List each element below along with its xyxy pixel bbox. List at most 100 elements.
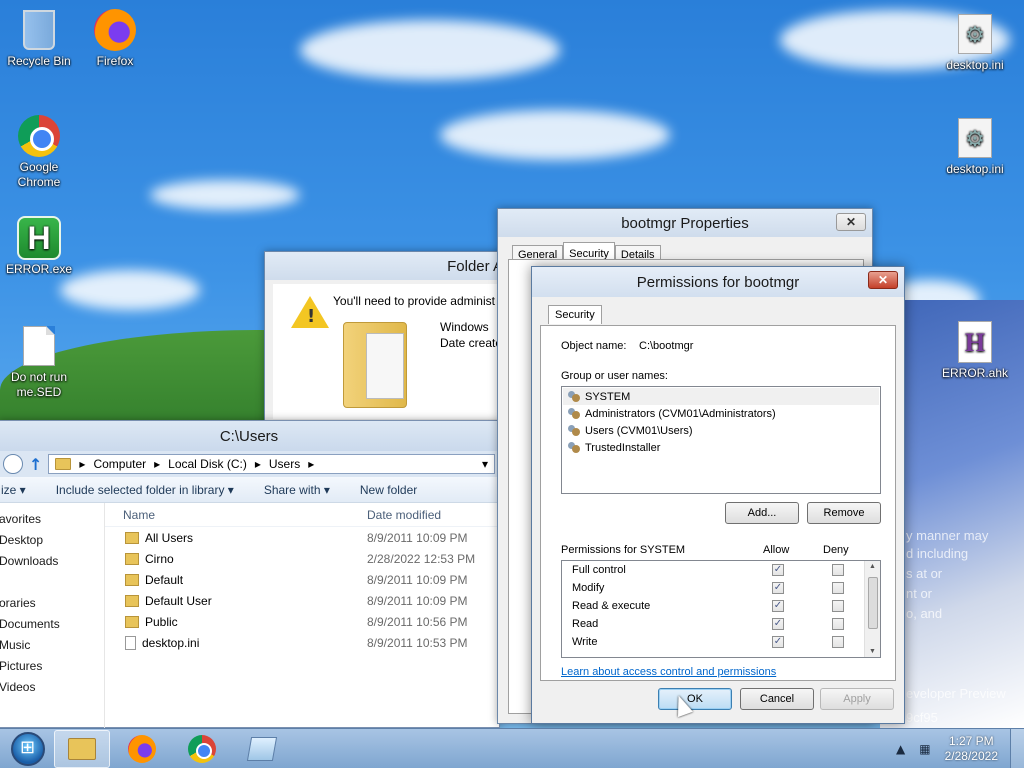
desktop-icon-recycle-bin[interactable]: Recycle Bin <box>4 8 74 69</box>
table-row[interactable]: Default 8/9/2011 10:09 PM <box>105 569 499 590</box>
settings-file-icon: ⚙ <box>958 14 992 54</box>
permission-name: Read <box>572 618 599 630</box>
remove-button[interactable]: Remove <box>807 502 881 524</box>
show-desktop-button[interactable] <box>1010 729 1024 768</box>
start-button[interactable] <box>6 729 50 768</box>
nav-item[interactable]: Downloads <box>0 551 104 572</box>
list-item[interactable]: SYSTEM <box>563 388 879 405</box>
desktop-icon-desktop-ini[interactable]: ⚙ desktop.ini <box>940 12 1010 73</box>
group-name: TrustedInstaller <box>585 441 661 454</box>
window-title: Permissions for bootmgr <box>636 273 800 291</box>
deny-checkbox[interactable] <box>832 636 844 648</box>
breadcrumb-item[interactable]: Computer <box>93 457 146 471</box>
column-header-name[interactable]: Name <box>105 508 367 522</box>
desktop-icon-error-ahk[interactable]: H ERROR.ahk <box>940 320 1010 381</box>
wallpaper-text: s at or <box>906 566 943 581</box>
nav-item[interactable]: Videos <box>0 677 104 698</box>
breadcrumb-item[interactable]: Local Disk (C:) <box>168 457 247 471</box>
object-name-label: Object name: <box>561 340 627 352</box>
clock[interactable]: 1:27 PM 2/28/2022 <box>945 734 998 764</box>
table-row[interactable]: desktop.ini 8/9/2011 10:53 PM <box>105 632 499 653</box>
access-control-help-link[interactable]: Learn about access control and permissio… <box>561 666 776 678</box>
desktop-icon-error-exe[interactable]: H ERROR.exe <box>4 216 74 277</box>
table-row[interactable]: Default User 8/9/2011 10:09 PM <box>105 590 499 611</box>
nav-item[interactable]: oraries <box>0 593 104 614</box>
scroll-thumb[interactable] <box>868 577 878 629</box>
scroll-up-icon[interactable]: ▲ <box>869 563 876 570</box>
users-icon <box>567 441 581 454</box>
recycle-bin-icon <box>23 10 55 50</box>
network-icon[interactable]: ▦ <box>919 742 930 756</box>
folder-icon <box>55 458 72 470</box>
taskbar-app[interactable] <box>234 730 290 768</box>
column-header-date[interactable]: Date modified <box>367 508 441 522</box>
chevron-down-icon[interactable]: ▾ <box>482 457 488 471</box>
close-button[interactable]: ✕ <box>836 213 866 231</box>
up-arrow-icon[interactable]: ↑ <box>29 455 42 474</box>
nav-item[interactable]: avorites <box>0 509 104 530</box>
flag-icon[interactable]: ▲ <box>896 742 905 756</box>
desktop-icon-chrome[interactable]: Google Chrome <box>4 114 74 190</box>
close-button[interactable]: ✕ <box>868 271 898 289</box>
permission-name: Write <box>572 636 598 648</box>
allow-checkbox[interactable]: ✓ <box>772 564 784 576</box>
folder-icon <box>125 615 139 628</box>
taskbar-firefox[interactable] <box>114 730 170 768</box>
list-item[interactable]: Administrators (CVM01\Administrators) <box>563 405 879 422</box>
desktop-icon-desktop-ini-2[interactable]: ⚙ desktop.ini <box>940 116 1010 177</box>
table-row[interactable]: Public 8/9/2011 10:56 PM <box>105 611 499 632</box>
group-list[interactable]: SYSTEM Administrators (CVM01\Administrat… <box>561 386 881 494</box>
taskbar-explorer[interactable] <box>54 729 110 768</box>
window-title-bar[interactable]: bootmgr Properties ✕ <box>498 209 872 237</box>
table-row[interactable]: All Users 8/9/2011 10:09 PM <box>105 527 499 548</box>
file-list: Name Date modified All Users 8/9/2011 10… <box>105 503 499 729</box>
allow-checkbox[interactable]: ✓ <box>772 636 784 648</box>
organize-button[interactable]: ize ▾ <box>1 483 26 497</box>
folder-info-line: Windows <box>440 320 489 334</box>
breadcrumb-separator: ▸ <box>308 457 315 471</box>
desktop-icon-sed[interactable]: Do not run me.SED <box>4 324 74 400</box>
back-button[interactable] <box>3 454 23 474</box>
address-bar[interactable]: ▸ Computer ▸ Local Disk (C:) ▸ Users ▸ ▾ <box>48 454 495 474</box>
list-item[interactable]: TrustedInstaller <box>563 439 879 456</box>
chrome-icon <box>188 734 216 763</box>
apply-button[interactable]: Apply <box>820 688 894 710</box>
tab-security[interactable]: Security <box>548 305 602 324</box>
command-bar: ize ▾ Include selected folder in library… <box>0 477 499 503</box>
allow-checkbox[interactable]: ✓ <box>772 618 784 630</box>
breadcrumb-item[interactable]: Users <box>269 457 300 471</box>
nav-item[interactable]: Music <box>0 635 104 656</box>
table-row[interactable]: Cirno 2/28/2022 12:53 PM <box>105 548 499 569</box>
share-with-button[interactable]: Share with ▾ <box>264 483 330 497</box>
wallpaper-text: d including <box>906 546 969 561</box>
window-title-bar[interactable]: Permissions for bootmgr ✕ <box>532 267 904 297</box>
allow-checkbox[interactable]: ✓ <box>772 582 784 594</box>
cancel-button[interactable]: Cancel <box>740 688 814 710</box>
taskbar-chrome[interactable] <box>174 730 230 768</box>
taskbar: ▲ ▦ 1:27 PM 2/28/2022 <box>0 728 1024 768</box>
ok-button[interactable]: OK <box>658 688 732 710</box>
permissions-dialog: Permissions for bootmgr ✕ Security Objec… <box>531 266 905 724</box>
deny-checkbox[interactable] <box>832 582 844 594</box>
nav-item[interactable]: Pictures <box>0 656 104 677</box>
deny-checkbox[interactable] <box>832 618 844 630</box>
new-folder-button[interactable]: New folder <box>360 483 417 497</box>
list-item[interactable]: Users (CVM01\Users) <box>563 422 879 439</box>
nav-item[interactable]: Documents <box>0 614 104 635</box>
deny-checkbox[interactable] <box>832 600 844 612</box>
deny-checkbox[interactable] <box>832 564 844 576</box>
wallpaper-text: eveloper Preview <box>906 686 1006 701</box>
navigation-pane: avorites Desktop Downloads oraries Docum… <box>0 503 105 729</box>
scroll-down-icon[interactable]: ▼ <box>869 648 876 655</box>
permissions-header: Permissions for SYSTEM Allow Deny <box>561 544 861 558</box>
desktop-icon-firefox[interactable]: Firefox <box>80 8 150 69</box>
breadcrumb-separator: ▸ <box>254 457 261 471</box>
wallpaper-text: nt or <box>906 586 933 601</box>
add-button[interactable]: Add... <box>725 502 799 524</box>
include-library-button[interactable]: Include selected folder in library ▾ <box>56 483 234 497</box>
scrollbar[interactable]: ▲ ▼ <box>864 561 880 657</box>
allow-checkbox[interactable]: ✓ <box>772 600 784 612</box>
window-title-bar[interactable]: C:\Users <box>0 421 499 451</box>
button-label: ize <box>1 482 17 497</box>
nav-item[interactable]: Desktop <box>0 530 104 551</box>
